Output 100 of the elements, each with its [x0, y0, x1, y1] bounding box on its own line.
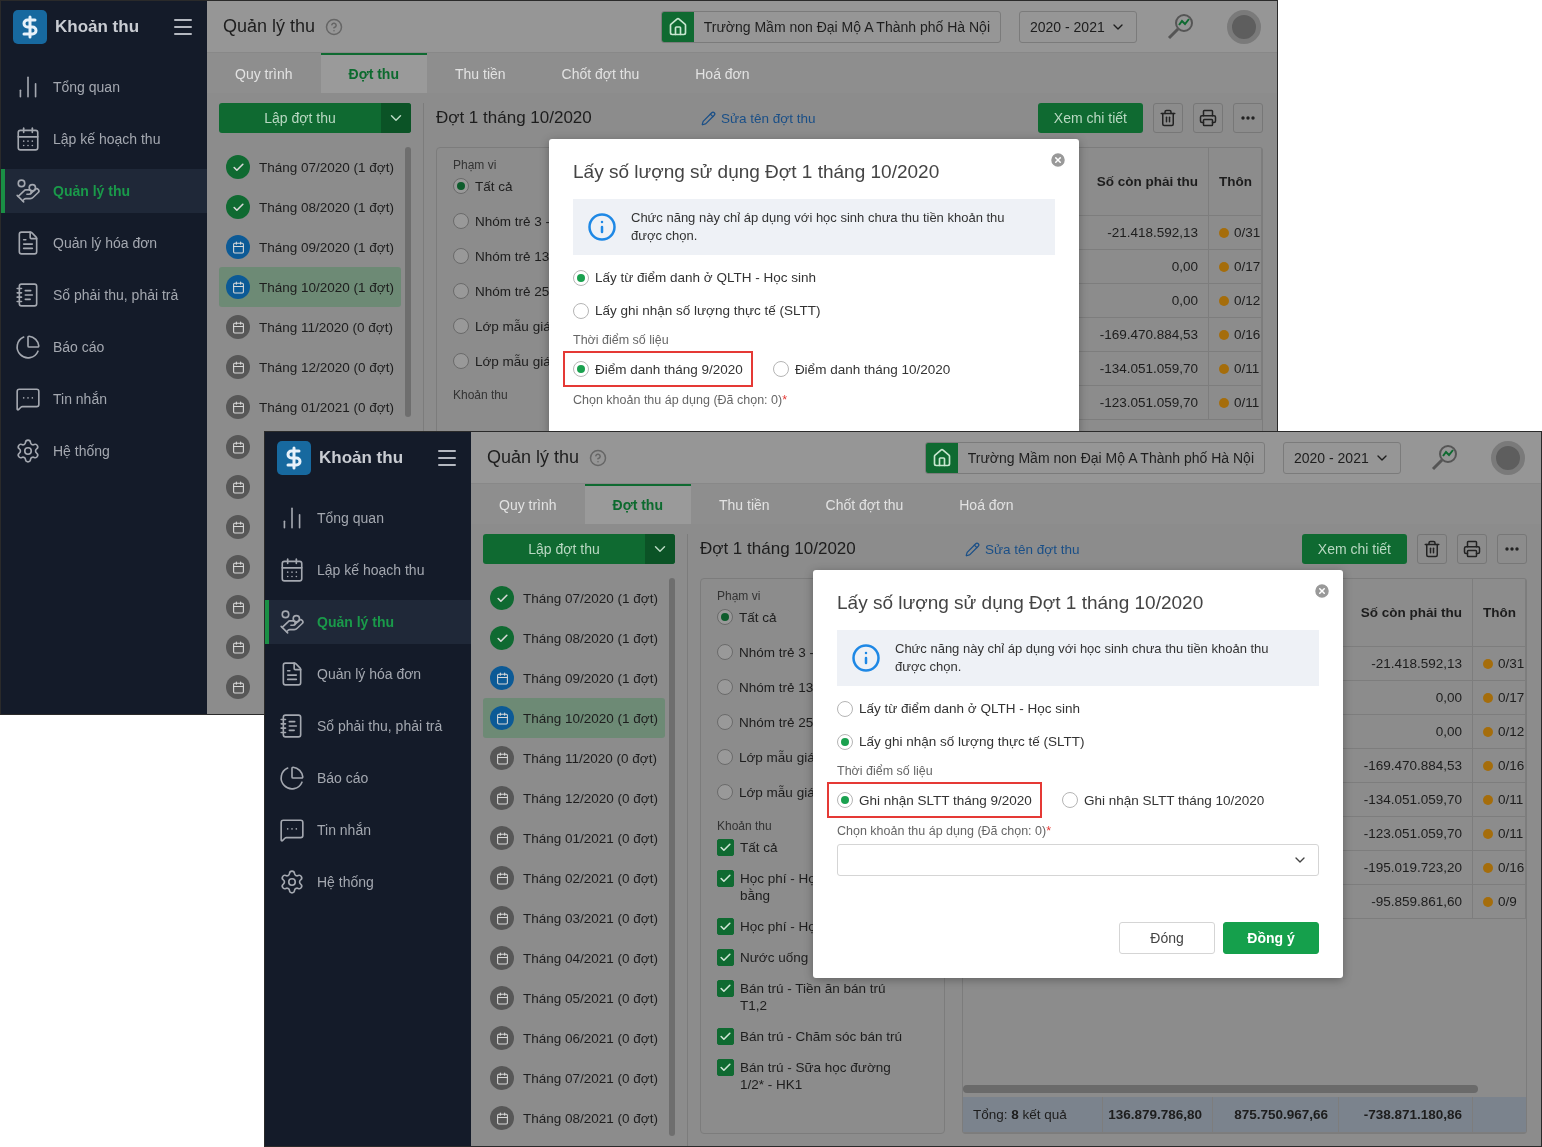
- radio-button[interactable]: [453, 353, 469, 369]
- radio-button[interactable]: [453, 318, 469, 334]
- confirm-button[interactable]: Đồng ý: [1223, 922, 1319, 954]
- delete-button[interactable]: [1153, 103, 1183, 133]
- sidebar-item[interactable]: Quản lý thu: [265, 600, 471, 644]
- period-item[interactable]: Tháng 02/2021 (0 đợt): [483, 858, 665, 898]
- radio-button[interactable]: [717, 784, 733, 800]
- period-item[interactable]: Tháng 08/2020 (1 đợt): [219, 187, 401, 227]
- period-item[interactable]: Tháng 03/2021 (0 đợt): [483, 898, 665, 938]
- period-item[interactable]: Tháng 09/2020 (1 đợt): [483, 658, 665, 698]
- period-item[interactable]: Tháng 11/2020 (0 đợt): [483, 738, 665, 778]
- sidebar-item[interactable]: Quản lý hóa đơn: [265, 652, 471, 696]
- sidebar-item[interactable]: Quản lý hóa đơn: [1, 221, 207, 265]
- radio-button[interactable]: [717, 679, 733, 695]
- period-item[interactable]: Tháng 07/2021 (0 đợt): [483, 1058, 665, 1098]
- rename-link[interactable]: Sửa tên đợt thu: [701, 110, 816, 126]
- period-item[interactable]: Tháng 10/2020 (1 đợt): [219, 267, 401, 307]
- dropdown-button[interactable]: [381, 103, 411, 133]
- view-details-button[interactable]: Xem chi tiết: [1037, 103, 1143, 133]
- radio-button[interactable]: [717, 714, 733, 730]
- checkbox[interactable]: [717, 1028, 734, 1045]
- sidebar-item[interactable]: Sổ phải thu, phải trả: [1, 273, 207, 317]
- scrollbar[interactable]: [963, 1085, 1478, 1093]
- sidebar-item[interactable]: Tin nhắn: [1, 377, 207, 421]
- sidebar-item[interactable]: Sổ phải thu, phải trả: [265, 704, 471, 748]
- year-select[interactable]: 2020 - 2021: [1283, 441, 1401, 474]
- view-details-button[interactable]: Xem chi tiết: [1301, 534, 1407, 564]
- delete-button[interactable]: [1417, 534, 1447, 564]
- checkbox[interactable]: [717, 918, 734, 935]
- checkbox[interactable]: [717, 1059, 734, 1076]
- rename-link[interactable]: Sửa tên đợt thu: [965, 541, 1080, 557]
- radio-button[interactable]: [717, 644, 733, 660]
- period-item[interactable]: Tháng 06/2021 (0 đợt): [483, 1018, 665, 1058]
- period-item[interactable]: Tháng 05/2021 (0 đợt): [483, 978, 665, 1018]
- sidebar-item[interactable]: Tổng quan: [1, 65, 207, 109]
- close-button[interactable]: Đóng: [1119, 922, 1215, 954]
- period-item[interactable]: Tháng 11/2020 (0 đợt): [219, 307, 401, 347]
- period-item[interactable]: Tháng 07/2020 (1 đợt): [219, 147, 401, 187]
- help-icon[interactable]: [589, 448, 608, 467]
- close-icon[interactable]: [1049, 151, 1067, 169]
- print-button[interactable]: [1193, 103, 1223, 133]
- checkbox[interactable]: [717, 949, 734, 966]
- radio-button[interactable]: [717, 609, 733, 625]
- tab[interactable]: Hoá đơn: [931, 484, 1042, 524]
- avatar[interactable]: [1227, 9, 1261, 44]
- year-select[interactable]: 2020 - 2021: [1019, 10, 1137, 43]
- print-button[interactable]: [1457, 534, 1487, 564]
- sidebar-item[interactable]: Báo cáo: [1, 325, 207, 369]
- radio-button[interactable]: [453, 213, 469, 229]
- sidebar-item[interactable]: Hệ thống: [1, 429, 207, 473]
- tab[interactable]: Hoá đơn: [667, 53, 778, 93]
- period-item[interactable]: Tháng 10/2020 (1 đợt): [483, 698, 665, 738]
- scrollbar[interactable]: [405, 147, 411, 417]
- period-item[interactable]: Tháng 09/2020 (1 đợt): [219, 227, 401, 267]
- sidebar-item[interactable]: Tin nhắn: [265, 808, 471, 852]
- help-icon[interactable]: [325, 17, 344, 36]
- checkbox[interactable]: [717, 980, 734, 997]
- checkbox[interactable]: [717, 870, 734, 887]
- tab[interactable]: Thu tiền: [691, 484, 798, 524]
- radio-button[interactable]: [837, 700, 853, 717]
- radio-button[interactable]: [573, 361, 589, 377]
- avatar[interactable]: [1491, 440, 1525, 475]
- sidebar-item[interactable]: Quản lý thu: [1, 169, 207, 213]
- more-button[interactable]: [1233, 103, 1263, 133]
- school-selector[interactable]: Trường Mầm non Đại Mộ A Thành phố Hà Nội: [660, 10, 1001, 43]
- dropdown-button[interactable]: [645, 534, 675, 564]
- tab[interactable]: Chốt đợt thu: [533, 53, 668, 93]
- radio-button[interactable]: [772, 361, 789, 377]
- period-item[interactable]: Tháng 08/2021 (0 đợt): [483, 1098, 665, 1138]
- radio-button[interactable]: [837, 792, 853, 808]
- close-icon[interactable]: [1313, 582, 1331, 600]
- radio-button[interactable]: [1061, 792, 1078, 808]
- radio-button[interactable]: [453, 283, 469, 299]
- period-item[interactable]: Tháng 01/2021 (0 đợt): [219, 387, 401, 427]
- radio-button[interactable]: [717, 749, 733, 765]
- radio-button[interactable]: [453, 248, 469, 264]
- select-field[interactable]: [837, 844, 1319, 876]
- period-item[interactable]: Tháng 08/2020 (1 đợt): [483, 618, 665, 658]
- tab[interactable]: Quy trình: [207, 53, 321, 93]
- tab[interactable]: Chốt đợt thu: [797, 484, 932, 524]
- magnifier-chart-icon[interactable]: [1429, 442, 1459, 473]
- sidebar-item[interactable]: Lập kế hoạch thu: [1, 117, 207, 161]
- period-item[interactable]: Tháng 12/2020 (0 đợt): [219, 347, 401, 387]
- scrollbar[interactable]: [669, 578, 675, 1136]
- tab[interactable]: Quy trình: [471, 484, 585, 524]
- radio-button[interactable]: [837, 733, 853, 750]
- sidebar-item[interactable]: Lập kế hoạch thu: [265, 548, 471, 592]
- radio-button[interactable]: [573, 269, 589, 286]
- more-button[interactable]: [1497, 534, 1527, 564]
- tab[interactable]: Thu tiền: [427, 53, 534, 93]
- radio-button[interactable]: [453, 178, 469, 194]
- sidebar-item[interactable]: Báo cáo: [265, 756, 471, 800]
- school-selector[interactable]: Trường Mầm non Đại Mộ A Thành phố Hà Nội: [924, 441, 1265, 474]
- checkbox[interactable]: [717, 839, 734, 856]
- sidebar-item[interactable]: Hệ thống: [265, 860, 471, 904]
- period-item[interactable]: Tháng 01/2021 (0 đợt): [483, 818, 665, 858]
- period-item[interactable]: Tháng 07/2020 (1 đợt): [483, 578, 665, 618]
- radio-button[interactable]: [573, 302, 589, 319]
- period-item[interactable]: Tháng 12/2020 (0 đợt): [483, 778, 665, 818]
- sidebar-item[interactable]: Tổng quan: [265, 496, 471, 540]
